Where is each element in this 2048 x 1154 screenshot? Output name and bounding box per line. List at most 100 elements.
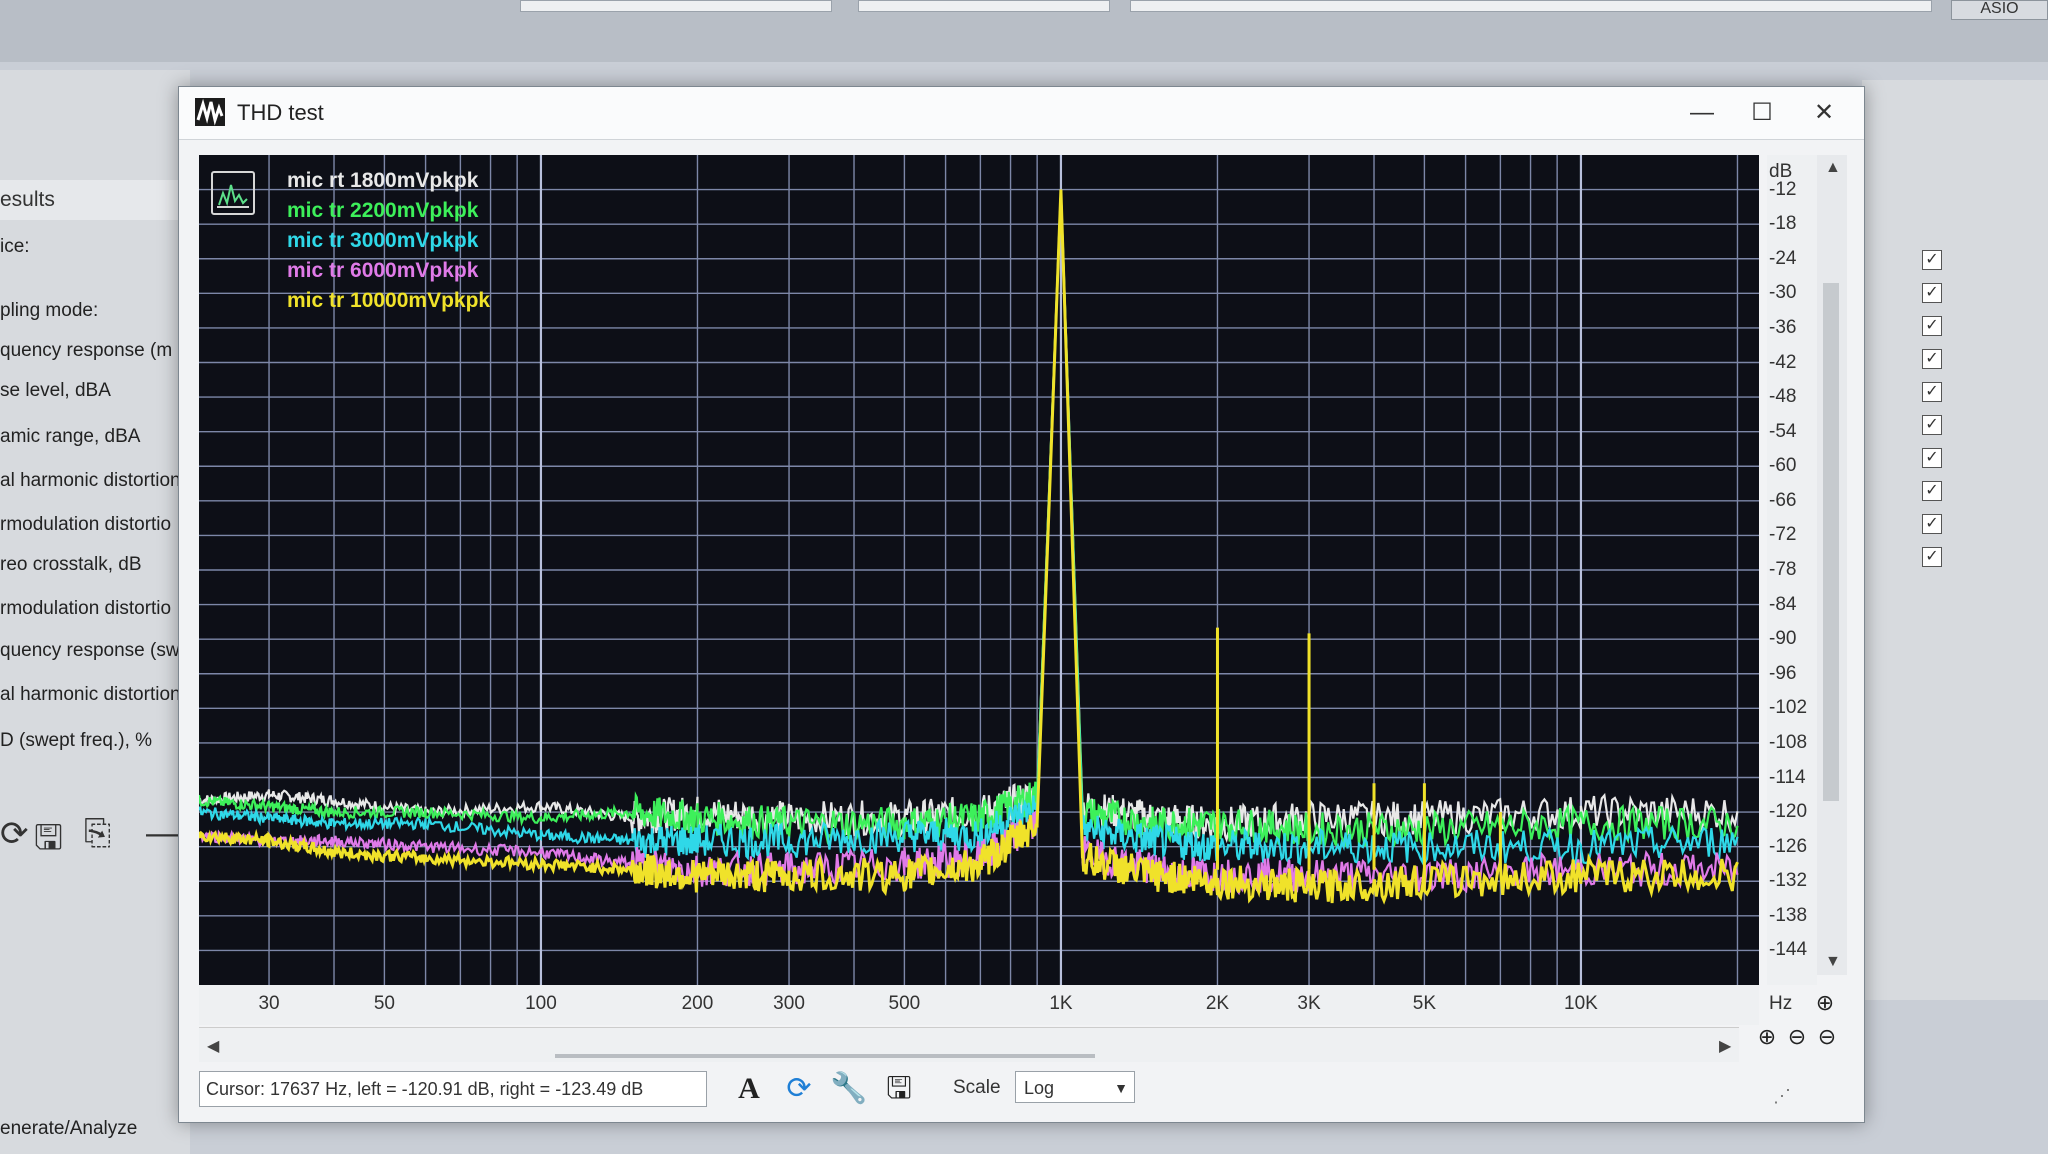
series-line [199, 189, 1739, 844]
result-row[interactable]: D (swept freq.), % [0, 730, 190, 752]
x-tick-label: 500 [888, 993, 921, 1014]
title-bar[interactable]: THD test — ☐ ✕ [179, 87, 1864, 140]
result-row[interactable]: se level, dBA [0, 380, 190, 402]
y-tick-label: -18 [1769, 213, 1797, 235]
x-tick-label: 300 [773, 993, 805, 1014]
scroll-down-arrow[interactable]: ▼ [1825, 953, 1841, 971]
result-row[interactable]: al harmonic distortion [0, 470, 190, 492]
save-icon[interactable]: 🖫 [34, 814, 63, 871]
scale-select[interactable]: Log ▼ [1015, 1071, 1135, 1103]
app-icon [195, 98, 225, 126]
vertical-scroll-thumb[interactable] [1823, 283, 1839, 801]
result-checkbox[interactable]: ✓ [1922, 415, 1942, 435]
y-tick-label: -30 [1769, 282, 1797, 304]
legend-item[interactable]: mic tr 6000mVpkpk [287, 259, 478, 283]
minimize-button[interactable]: — [1679, 95, 1725, 131]
asio-button[interactable]: ASIO [1951, 0, 2048, 20]
y-tick-label: -144 [1769, 939, 1808, 961]
result-row[interactable]: rmodulation distortio [0, 514, 190, 536]
y-tick-label: -54 [1769, 420, 1797, 442]
result-row[interactable]: reo crosstalk, dB [0, 554, 190, 576]
result-checkbox[interactable]: ✓ [1922, 349, 1942, 369]
horizontal-scrollbar[interactable]: ◀ ▶ [199, 1027, 1739, 1062]
scroll-right-arrow[interactable]: ▶ [1719, 1036, 1731, 1056]
result-row[interactable]: pling mode: [0, 300, 190, 322]
result-checkbox[interactable]: ✓ [1922, 481, 1942, 501]
y-tick-label: -24 [1769, 247, 1797, 269]
result-checkbox[interactable]: ✓ [1922, 547, 1942, 567]
result-checkbox[interactable]: ✓ [1922, 448, 1942, 468]
background-toolbar: ASIO [0, 0, 2048, 62]
vertical-scrollbar[interactable]: ▲ ▼ [1817, 155, 1847, 975]
y-tick-label: -138 [1769, 904, 1808, 926]
x-tick-label: 30 [258, 993, 280, 1014]
wrench-icon[interactable]: 🔧 [829, 1071, 869, 1107]
x-tick-label: 10K [1564, 993, 1598, 1014]
y-tick-label: -132 [1769, 870, 1808, 892]
result-row[interactable]: quency response (m [0, 340, 190, 362]
background-right-panel [1862, 80, 2048, 1000]
generate-analyze-label[interactable]: enerate/Analyze [0, 1118, 137, 1140]
scale-label: Scale [953, 1077, 1001, 1098]
y-tick-label: -108 [1769, 731, 1808, 753]
background-field[interactable] [1130, 0, 1932, 12]
zoom-out-icon[interactable]: ⊖ [1783, 1023, 1811, 1051]
minus-icon[interactable]: — [146, 814, 180, 853]
scroll-left-arrow[interactable]: ◀ [207, 1036, 219, 1056]
zoom-in-icon[interactable]: ⊕ [1811, 989, 1839, 1017]
resize-grip-icon[interactable]: ⋰ [1773, 1086, 1791, 1107]
y-tick-label: -66 [1769, 489, 1797, 511]
status-bar: Cursor: 17637 Hz, left = -120.91 dB, rig… [199, 1063, 1799, 1113]
x-tick-label: 100 [525, 993, 557, 1014]
maximize-button[interactable]: ☐ [1739, 95, 1785, 131]
x-axis-unit: Hz [1769, 993, 1793, 1014]
spectrum-plot[interactable]: mic rt 1800mVpkpk mic tr 2200mVpkpk mic tr… [199, 155, 1759, 985]
y-tick-label: -78 [1769, 559, 1797, 580]
x-tick-label: 50 [373, 993, 395, 1014]
chevron-down-icon: ▼ [1114, 1080, 1128, 1096]
spectrum-icon[interactable] [211, 171, 255, 215]
result-checkbox[interactable]: ✓ [1922, 283, 1942, 303]
result-checkbox[interactable]: ✓ [1922, 514, 1942, 534]
y-tick-label: -96 [1769, 662, 1797, 684]
scale-value: Log [1024, 1078, 1055, 1098]
horizontal-scroll-thumb[interactable] [555, 1054, 1095, 1058]
x-tick-label: 3K [1297, 993, 1321, 1014]
y-tick-label: -60 [1769, 455, 1797, 477]
legend-item[interactable]: mic tr 3000mVpkpk [287, 229, 478, 253]
legend-item[interactable]: mic tr 2200mVpkpk [287, 199, 478, 223]
x-tick-label: 1K [1049, 993, 1073, 1014]
y-tick-label: -36 [1769, 316, 1797, 338]
result-row[interactable]: amic range, dBA [0, 426, 190, 448]
result-row[interactable]: rmodulation distortio [0, 598, 190, 620]
result-row[interactable]: al harmonic distortion [0, 684, 190, 706]
y-tick-label: -120 [1769, 801, 1808, 823]
zoom-reset-icon[interactable]: ⊖ [1813, 1023, 1841, 1051]
scroll-up-arrow[interactable]: ▲ [1825, 159, 1841, 177]
save-icon[interactable]: 🖫 [879, 1071, 919, 1107]
background-field[interactable] [858, 0, 1110, 12]
result-checkbox[interactable]: ✓ [1922, 250, 1942, 270]
close-button[interactable]: ✕ [1801, 95, 1847, 131]
refresh-icon[interactable]: ⟳ [779, 1071, 819, 1107]
legend-item[interactable]: mic tr 10000mVpkpk [287, 289, 490, 313]
y-tick-label: -72 [1769, 524, 1797, 546]
result-row[interactable]: ice: [0, 236, 190, 258]
y-tick-label: -84 [1769, 593, 1797, 615]
font-icon[interactable]: A [729, 1071, 769, 1107]
background-field[interactable] [520, 0, 832, 12]
x-tick-label: 200 [681, 993, 714, 1014]
y-tick-label: -12 [1769, 178, 1797, 200]
x-tick-label: 2K [1205, 993, 1230, 1014]
copy-icon[interactable]: ⎘ [84, 814, 111, 853]
thd-test-window: THD test — ☐ ✕ mic rt 1800mVpkpk mic tr 2… [178, 86, 1865, 1123]
zoom-in-icon[interactable]: ⊕ [1753, 1023, 1781, 1051]
refresh-icon[interactable]: ⟳ [0, 814, 29, 854]
result-row[interactable]: quency response (sw [0, 640, 190, 662]
y-axis: dB -12 -18 -24 -30 -36 -42 -48 -54 -60 -66 -72 -78-… [1767, 155, 1817, 985]
background-results-panel: esults ice: pling mode: quency response … [0, 70, 190, 1154]
window-title: THD test [237, 100, 324, 125]
result-checkbox[interactable]: ✓ [1922, 316, 1942, 336]
legend-item[interactable]: mic rt 1800mVpkpk [287, 169, 478, 193]
result-checkbox[interactable]: ✓ [1922, 382, 1942, 402]
